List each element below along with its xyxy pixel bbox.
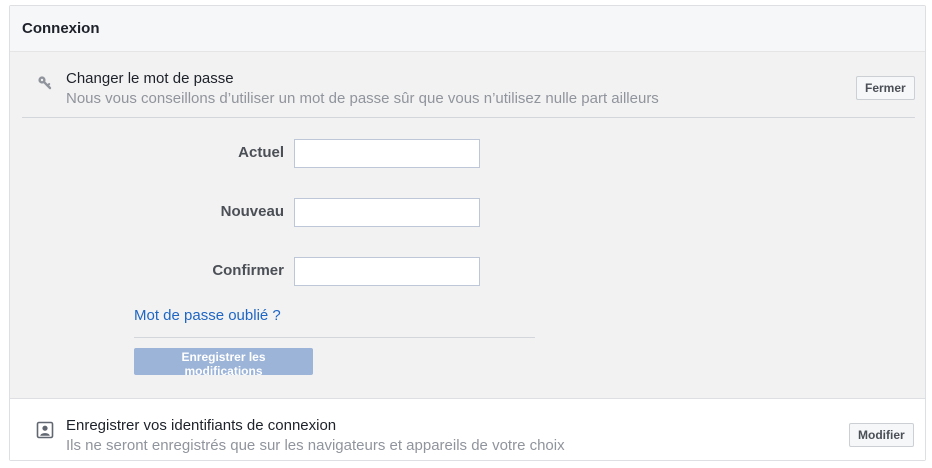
save-changes-button[interactable]: Enregistrer les modifications: [134, 348, 313, 378]
panel-header: Connexion: [10, 6, 925, 52]
confirm-password-input[interactable]: [294, 257, 480, 286]
confirm-password-label: Confirmer: [212, 262, 284, 279]
edit-button[interactable]: Modifier: [849, 423, 914, 447]
save-login-info-section: Enregistrer vos identifiants de connexio…: [10, 399, 925, 460]
save-login-title: Enregistrer vos identifiants de connexio…: [66, 417, 337, 434]
form-divider: [134, 337, 535, 338]
new-password-label: Nouveau: [220, 203, 284, 220]
new-password-input[interactable]: [294, 198, 480, 227]
forgot-password-link[interactable]: Mot de passe oublié ?: [134, 307, 281, 324]
login-settings-panel: Connexion Changer le mot de passe Nous v…: [9, 5, 926, 461]
change-password-section: Changer le mot de passe Nous vous consei…: [10, 52, 925, 399]
close-button[interactable]: Fermer: [856, 76, 915, 100]
save-login-subtitle: Ils ne seront enregistrés que sur les na…: [66, 437, 565, 454]
id-card-icon: [36, 421, 54, 439]
change-password-subtitle: Nous vous conseillons d’utiliser un mot …: [66, 90, 659, 107]
change-password-title: Changer le mot de passe: [66, 70, 234, 87]
key-icon: [36, 74, 54, 92]
section-divider: [22, 117, 915, 118]
current-password-label: Actuel: [238, 144, 284, 161]
panel-title: Connexion: [22, 20, 100, 37]
current-password-input[interactable]: [294, 139, 480, 168]
